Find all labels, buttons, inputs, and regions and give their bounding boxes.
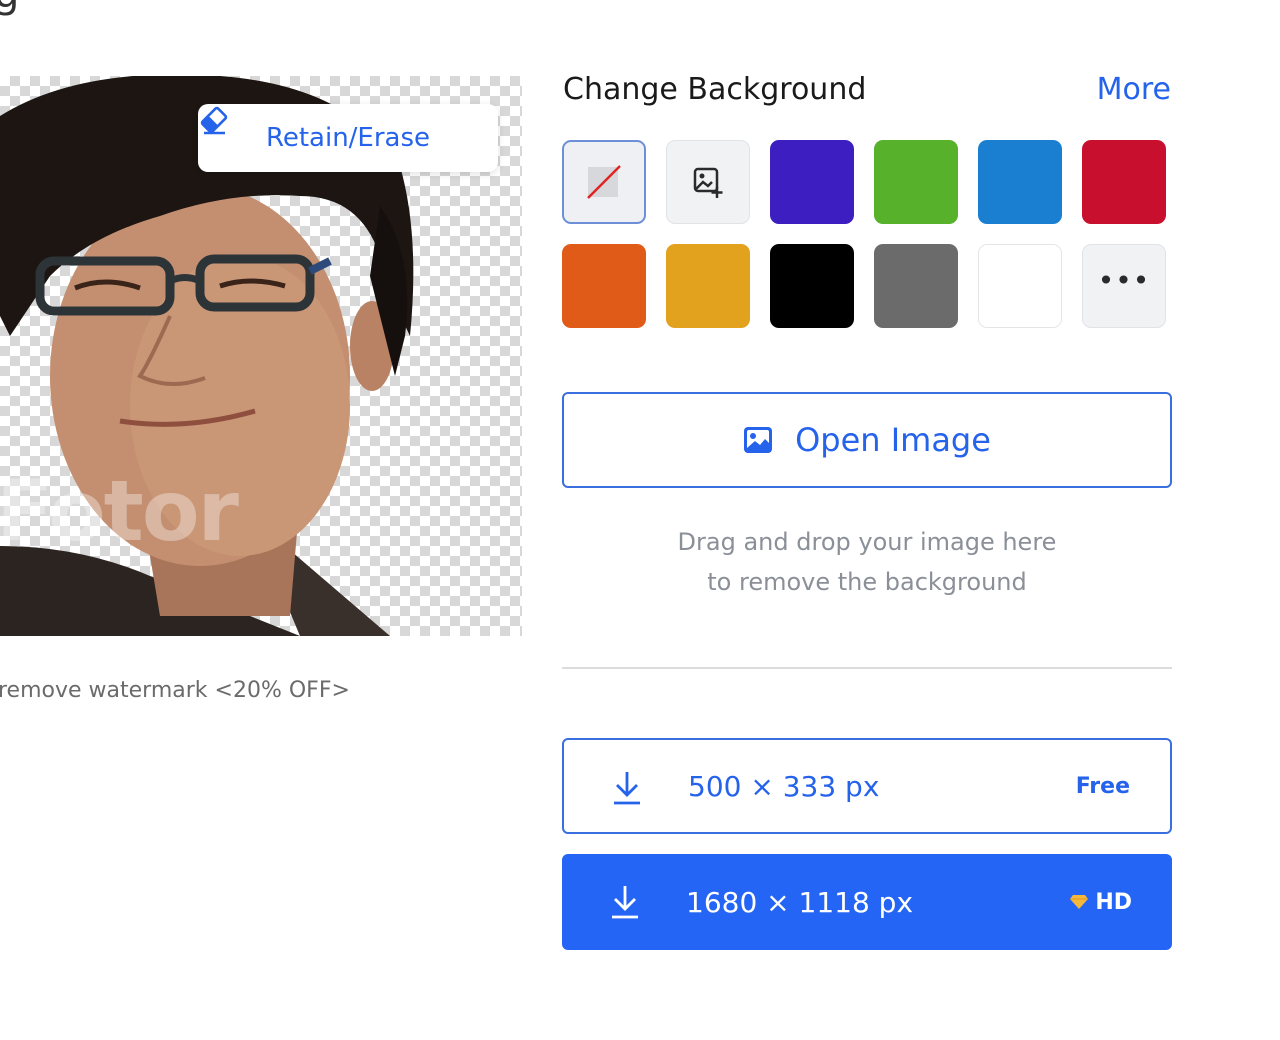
- watermark-text: Fotor: [0, 462, 239, 560]
- swatch-transparent[interactable]: [562, 140, 646, 224]
- diamond-icon: [1070, 895, 1089, 909]
- swatch-blue[interactable]: [978, 140, 1062, 224]
- download-icon: [614, 772, 640, 805]
- download-hd-size: 1680 × 1118 px: [686, 885, 914, 919]
- swatch-orange[interactable]: [562, 244, 646, 328]
- download-free-size: 500 × 333 px: [688, 769, 880, 803]
- open-image-button[interactable]: Open Image: [562, 392, 1172, 488]
- add-image-icon: [693, 167, 723, 198]
- open-image-label: Open Image: [795, 421, 991, 459]
- download-icon: [612, 886, 638, 919]
- more-dots-icon: •••: [1097, 264, 1151, 297]
- download-hd-tag-wrap: HD: [1069, 890, 1132, 915]
- change-background-title: Change Background: [563, 72, 867, 107]
- drag-drop-hint: Drag and drop your image here to remove …: [562, 522, 1172, 602]
- swatch-yellow[interactable]: [666, 244, 750, 328]
- retain-erase-button[interactable]: Retain/Erase: [198, 104, 498, 172]
- remove-watermark-link[interactable]: remove watermark <20% OFF>: [0, 678, 350, 703]
- swatch-green[interactable]: [874, 140, 958, 224]
- swatch-black[interactable]: [770, 244, 854, 328]
- more-backgrounds-link[interactable]: More: [1097, 72, 1171, 107]
- swatch-more[interactable]: •••: [1082, 244, 1166, 328]
- swatch-gray[interactable]: [874, 244, 958, 328]
- download-hd-button[interactable]: 1680 × 1118 px HD: [562, 854, 1172, 950]
- swatch-white[interactable]: [978, 244, 1062, 328]
- image-preview[interactable]: Fotor Retain/Erase: [0, 76, 522, 636]
- download-free-button[interactable]: 500 × 333 px Free: [562, 738, 1172, 834]
- cropped-heading-fragment: g: [0, 0, 19, 14]
- drag-drop-hint-line2: to remove the background: [707, 568, 1027, 596]
- swatch-red[interactable]: [1082, 140, 1166, 224]
- swatch-upload-image[interactable]: [666, 140, 750, 224]
- drag-drop-hint-line1: Drag and drop your image here: [677, 528, 1057, 556]
- eraser-icon: [200, 106, 228, 135]
- swatch-purple[interactable]: [770, 140, 854, 224]
- divider: [562, 667, 1172, 669]
- no-background-icon: [587, 165, 621, 199]
- download-free-tag: Free: [1075, 773, 1130, 799]
- retain-erase-label: Retain/Erase: [265, 123, 431, 153]
- image-icon: [744, 427, 773, 453]
- download-hd-tag: HD: [1095, 889, 1132, 915]
